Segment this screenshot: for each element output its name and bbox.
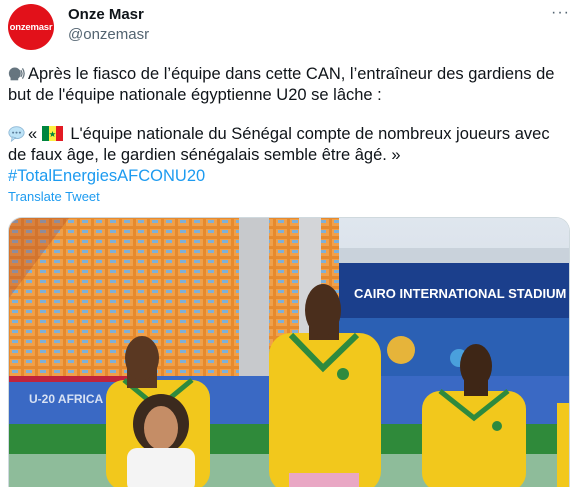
quote-text: L'équipe nationale du Sénégal compte de … bbox=[8, 125, 550, 164]
tweet-paragraph-2: « L'équipe nationale du Sénégal compte d… bbox=[8, 124, 568, 187]
avatar-logo-text: onzemasr bbox=[9, 21, 53, 33]
stadium-photo: CAIRO INTERNATIONAL STADIUM U-20 AFRICA bbox=[9, 218, 569, 487]
tweet-header: onzemasr Onze Masr @onzemasr ··· bbox=[8, 4, 570, 50]
quote-open: « bbox=[28, 125, 42, 143]
speaking-head-icon bbox=[8, 67, 25, 81]
tweet-photo[interactable]: CAIRO INTERNATIONAL STADIUM U-20 AFRICA bbox=[8, 217, 570, 487]
translate-tweet-link[interactable]: Translate Tweet bbox=[8, 189, 100, 204]
senegal-flag-icon bbox=[41, 126, 63, 141]
author-display-name[interactable]: Onze Masr bbox=[68, 6, 144, 23]
tweet-text: Après le fiasco de l’équipe dans cette C… bbox=[8, 64, 568, 187]
speech-balloon-icon bbox=[8, 126, 25, 142]
more-options-icon[interactable]: ··· bbox=[551, 4, 570, 22]
avatar[interactable]: onzemasr bbox=[8, 4, 54, 50]
author-handle[interactable]: @onzemasr bbox=[68, 26, 149, 43]
stadium-banner-text: CAIRO INTERNATIONAL STADIUM bbox=[354, 286, 566, 301]
hashtag-link[interactable]: #TotalEnergiesAFCONU20 bbox=[8, 166, 568, 187]
board-text: U-20 AFRICA bbox=[29, 392, 104, 406]
tweet-paragraph-1: Après le fiasco de l’équipe dans cette C… bbox=[8, 64, 568, 106]
tweet-line-1: Après le fiasco de l’équipe dans cette C… bbox=[8, 65, 555, 104]
